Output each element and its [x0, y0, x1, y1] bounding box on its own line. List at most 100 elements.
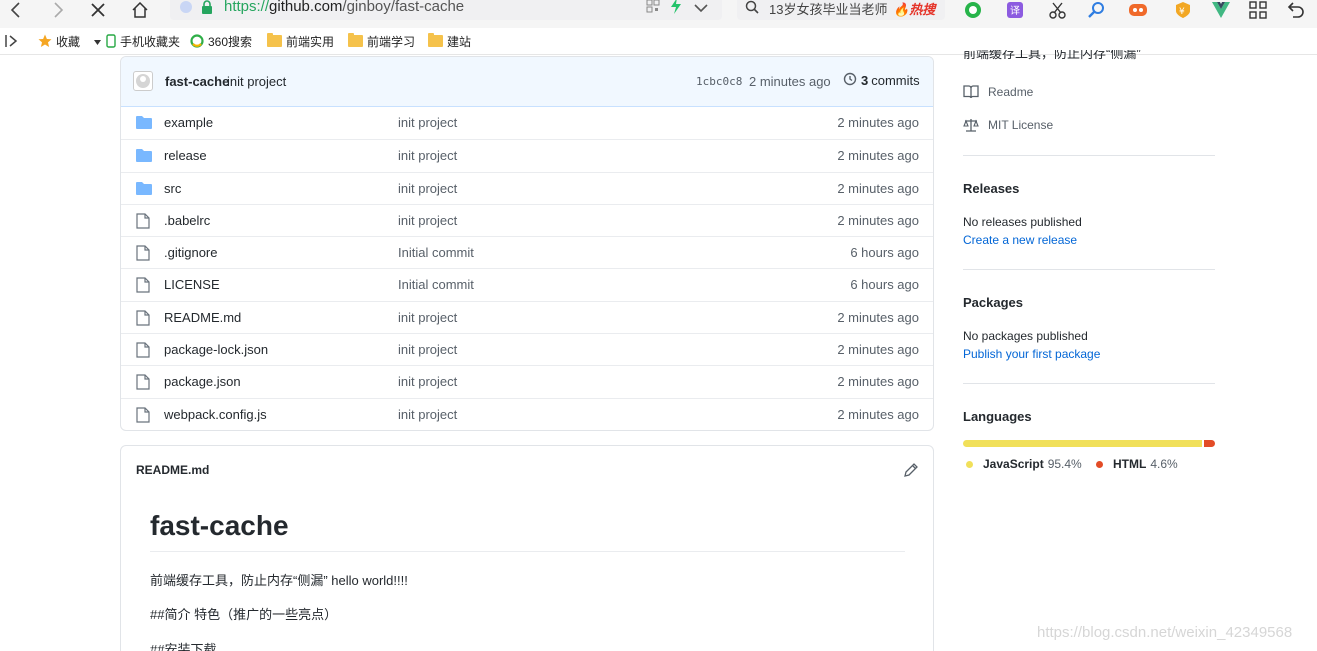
divider — [150, 551, 905, 552]
star-icon — [38, 34, 52, 48]
table-row[interactable]: README.md init project 2 minutes ago — [121, 300, 933, 333]
file-commit-message[interactable]: Initial commit — [398, 245, 474, 260]
file-name-link[interactable]: README.md — [164, 310, 241, 325]
readme-link[interactable]: Readme — [963, 85, 1033, 99]
packages-heading[interactable]: Packages — [963, 295, 1023, 310]
bookmark-label: 手机收藏夹 — [120, 34, 181, 49]
file-name-link[interactable]: src — [164, 181, 181, 196]
file-name-link[interactable]: webpack.config.js — [164, 407, 267, 422]
table-row[interactable]: src init project 2 minutes ago — [121, 171, 933, 204]
folder-icon — [136, 148, 152, 164]
commit-count: 3 — [861, 73, 869, 88]
file-commit-message[interactable]: init project — [398, 310, 457, 325]
file-commit-message[interactable]: init project — [398, 342, 457, 357]
search-bar[interactable]: 13岁女孩毕业当老师 🔥热搜 — [737, 0, 945, 20]
file-commit-time: 2 minutes ago — [837, 406, 919, 422]
file-commit-message[interactable]: init project — [398, 148, 457, 163]
bookmark-mobile[interactable]: 手机收藏夹 — [106, 33, 180, 49]
file-name-link[interactable]: LICENSE — [164, 277, 220, 292]
file-commit-message[interactable]: init project — [398, 374, 457, 389]
folder-icon — [136, 181, 152, 197]
bookmark-favorites[interactable]: 收藏 — [38, 33, 102, 49]
table-row[interactable]: LICENSE Initial commit 6 hours ago — [121, 268, 933, 300]
lightning-icon[interactable] — [670, 0, 682, 19]
file-commit-message[interactable]: init project — [398, 115, 457, 130]
releases-heading[interactable]: Releases — [963, 181, 1019, 196]
table-row[interactable]: package.json init project 2 minutes ago — [121, 365, 933, 397]
commit-message[interactable]: init project — [227, 74, 286, 89]
sidebar-toggle-icon[interactable] — [5, 33, 19, 49]
browser-toolbar: https://github.com/ginboy/fast-cache 13岁… — [0, 0, 1317, 28]
bookmark-folder-website[interactable]: 建站 — [428, 33, 471, 49]
phone-icon — [106, 34, 116, 48]
bookmark-folder-frontend-learning[interactable]: 前端学习 — [348, 33, 415, 49]
url-path: /ginboy/fast-cache — [342, 0, 465, 15]
file-commit-message[interactable]: Initial commit — [398, 277, 474, 292]
site-info-icon[interactable] — [180, 1, 192, 13]
table-row[interactable]: example init project 2 minutes ago — [121, 107, 933, 139]
readme-header: README.md — [136, 463, 210, 477]
commit-author[interactable]: fast-cache — [165, 74, 229, 89]
wechat-icon[interactable] — [963, 0, 983, 20]
qr-code-icon[interactable] — [646, 0, 660, 18]
readme-paragraph: ##安装下载 — [150, 642, 217, 651]
file-commit-message[interactable]: init project — [398, 213, 457, 228]
wallet-icon[interactable]: ¥ — [1168, 0, 1198, 20]
pencil-icon[interactable] — [903, 462, 919, 478]
publish-package-link[interactable]: Publish your first package — [963, 347, 1100, 361]
language-html[interactable]: HTML 4.6% — [1096, 457, 1178, 471]
commit-sha[interactable]: 1cbc0c8 — [696, 75, 742, 88]
file-icon — [136, 277, 152, 294]
game-icon[interactable] — [1123, 0, 1153, 20]
avatar[interactable] — [133, 71, 153, 91]
bookmark-label: 建站 — [447, 34, 472, 49]
undo-icon[interactable] — [1282, 0, 1310, 20]
table-row[interactable]: .gitignore Initial commit 6 hours ago — [121, 236, 933, 268]
chevron-down-icon[interactable] — [694, 0, 708, 18]
readme-paragraph: ##简介 特色（推广的一些亮点） — [150, 607, 338, 622]
bookmark-360-search[interactable]: 360搜索 — [190, 33, 252, 49]
file-name-link[interactable]: package-lock.json — [164, 342, 268, 357]
file-name-link[interactable]: package.json — [164, 374, 241, 389]
search-input[interactable]: 13岁女孩毕业当老师 — [769, 0, 889, 18]
svg-text:译: 译 — [1010, 5, 1020, 17]
commits-link[interactable]: 3 commits — [843, 72, 920, 89]
language-color-dot — [966, 460, 973, 468]
magnifier-icon[interactable] — [1087, 0, 1107, 20]
file-commit-message[interactable]: init project — [398, 181, 457, 196]
file-icon — [136, 245, 152, 261]
bookmark-label: 前端学习 — [367, 34, 416, 49]
table-row[interactable]: webpack.config.js init project 2 minutes a… — [121, 397, 933, 430]
search-icon — [745, 0, 759, 19]
folder-icon — [348, 33, 363, 47]
scissors-icon[interactable] — [1043, 0, 1073, 20]
bookmark-folder-frontend-tools[interactable]: 前端实用 — [267, 33, 334, 49]
back-icon[interactable] — [4, 0, 28, 20]
apps-grid-icon[interactable] — [1248, 0, 1268, 20]
license-link[interactable]: MIT License — [963, 118, 1053, 132]
home-icon[interactable] — [128, 0, 152, 20]
forward-icon[interactable] — [46, 0, 70, 20]
translate-icon[interactable]: 译 — [1000, 0, 1030, 20]
vue-devtools-icon[interactable] — [1210, 0, 1232, 20]
file-name-link[interactable]: release — [164, 148, 207, 163]
file-name-link[interactable]: .gitignore — [164, 245, 217, 260]
folder-icon — [428, 33, 443, 47]
language-javascript[interactable]: JavaScript 95.4% — [966, 457, 1082, 471]
file-name-link[interactable]: .babelrc — [164, 213, 210, 228]
file-commit-message[interactable]: init project — [398, 407, 457, 422]
file-commit-time: 2 minutes ago — [837, 212, 919, 228]
create-release-link[interactable]: Create a new release — [963, 233, 1077, 247]
address-bar[interactable]: https://github.com/ginboy/fast-cache — [170, 0, 722, 20]
commit-count-label: commits — [871, 73, 920, 88]
url-text[interactable]: https://github.com/ginboy/fast-cache — [224, 0, 464, 15]
table-row[interactable]: .babelrc init project 2 minutes ago — [121, 203, 933, 236]
stop-icon[interactable] — [86, 0, 110, 20]
table-row[interactable]: package-lock.json init project 2 minutes a… — [121, 333, 933, 365]
file-icon — [136, 310, 152, 326]
table-row[interactable]: release init project 2 minutes ago — [121, 139, 933, 171]
languages-heading: Languages — [963, 409, 1032, 424]
hot-search-badge[interactable]: 🔥热搜 — [893, 0, 935, 18]
file-name-link[interactable]: example — [164, 115, 213, 130]
file-commit-time: 2 minutes ago — [837, 148, 919, 164]
